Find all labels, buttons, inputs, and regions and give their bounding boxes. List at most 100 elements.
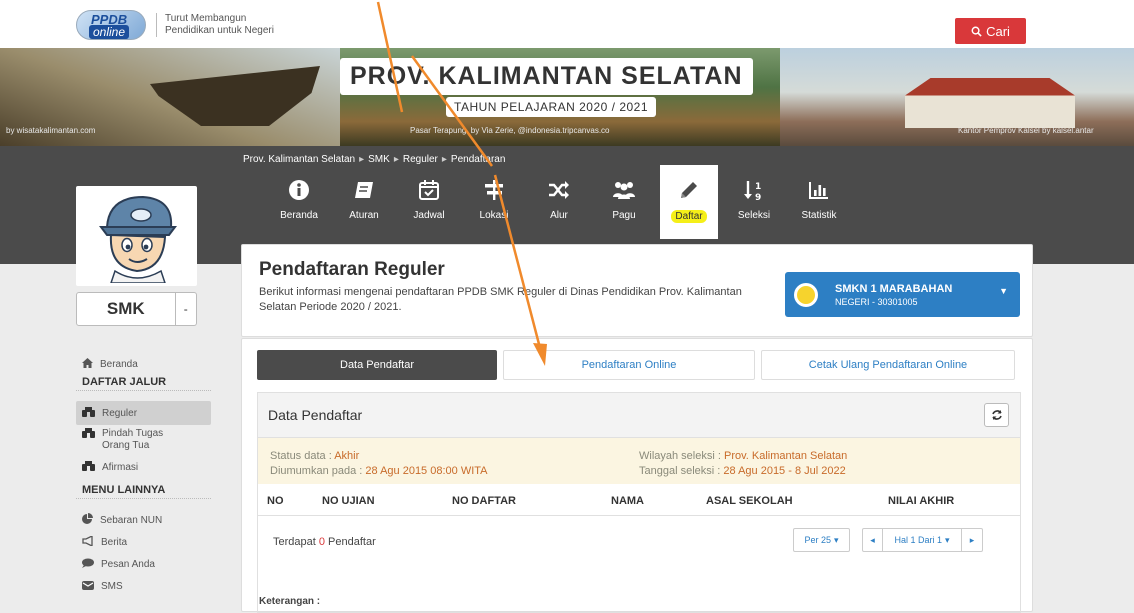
sidebar-item-label: Reguler — [102, 407, 138, 419]
nav-daftar[interactable]: Daftar — [660, 165, 718, 239]
refresh-button[interactable] — [984, 403, 1009, 427]
column-header[interactable]: NO DAFTAR — [452, 495, 516, 507]
chat-bubble-icon — [82, 558, 94, 571]
svg-text:1: 1 — [755, 182, 761, 192]
announced-value: 28 Agu 2015 08:00 WITA — [365, 465, 488, 477]
breadcrumb-item[interactable]: Prov. Kalimantan Selatan — [243, 154, 355, 165]
column-header[interactable]: NAMA — [611, 495, 644, 507]
binoculars-icon — [82, 428, 95, 441]
sidebar-item-label: Afirmasi — [102, 461, 139, 473]
column-header[interactable]: NO — [267, 495, 284, 507]
jenjang-selector[interactable]: SMK - — [76, 292, 197, 326]
caret-down-icon: ▾ — [945, 534, 950, 545]
sidebar-item-pesan-anda[interactable]: Pesan Anda — [76, 553, 211, 575]
nav-label: Statistik — [801, 210, 837, 221]
breadcrumb-item: Pendaftaran — [450, 154, 506, 165]
section-title-daftar-jalur: DAFTAR JALUR — [76, 373, 211, 391]
tab-pendaftaran-online[interactable]: Pendaftaran Online — [503, 350, 755, 380]
refresh-icon — [991, 410, 1002, 420]
status-label: Status data : — [270, 450, 335, 462]
column-header[interactable]: NILAI AKHIR — [888, 495, 954, 507]
count-suffix: Pendaftar — [325, 536, 376, 548]
selection-info: Status data : Akhir Diumumkan pada : 28 … — [258, 438, 1020, 484]
region-value: Prov. Kalimantan Selatan — [723, 450, 848, 462]
section-title-menu-lainnya: MENU LAINNYA — [76, 481, 211, 499]
sidebar-item-sebaran-nun[interactable]: Sebaran NUN — [76, 509, 211, 531]
calendar-icon — [417, 179, 441, 201]
sidebar-item-sms[interactable]: SMS — [76, 575, 211, 597]
tab-data-pendaftar[interactable]: Data Pendaftar — [257, 350, 497, 380]
table-header: NO NO UJIAN NO DAFTAR NAMA ASAL SEKOLAH … — [258, 484, 1020, 516]
prev-page-button[interactable]: ◂ — [862, 528, 883, 552]
panel-title: Data Pendaftar — [268, 407, 363, 423]
search-icon — [971, 26, 982, 37]
pagination: ◂ Hal 1 Dari 1 ▾ ▸ — [862, 528, 983, 552]
breadcrumb-item[interactable]: SMK — [368, 154, 390, 165]
status-value: Akhir — [334, 450, 360, 462]
binoculars-icon — [82, 406, 95, 420]
search-button[interactable]: Cari — [955, 18, 1026, 44]
sidebar-item-pindah-tugas[interactable]: Pindah Tugas Orang Tua — [76, 425, 211, 457]
nav-seleksi[interactable]: 19 Seleksi — [725, 167, 783, 239]
banner-caption-left: by wisatakalimantan.com — [6, 126, 96, 135]
page-select-dropdown[interactable]: Hal 1 Dari 1 ▾ — [883, 528, 962, 552]
book-icon — [352, 179, 376, 201]
sidebar-item-reguler[interactable]: Reguler — [76, 401, 211, 425]
per-page-label: Per 25 — [804, 535, 831, 545]
tab-cetak-ulang[interactable]: Cetak Ulang Pendaftaran Online — [761, 350, 1015, 380]
next-page-button[interactable]: ▸ — [962, 528, 983, 552]
search-button-label: Cari — [986, 23, 1010, 39]
jenjang-dropdown-button[interactable]: - — [175, 292, 197, 326]
jenjang-label[interactable]: SMK — [76, 292, 176, 326]
table-footer: Terdapat 0 Pendaftar Per 25 ▾ ◂ Hal 1 Dar… — [258, 516, 1020, 568]
main-card: Data Pendaftar Pendaftaran Online Cetak … — [241, 338, 1033, 613]
caret-down-icon: ▾ — [834, 534, 839, 545]
tab-bar: Data Pendaftar Pendaftaran Online Cetak … — [257, 350, 1015, 380]
main-nav: Beranda Aturan Jadwal Lokasi Alur Pagu D… — [270, 165, 855, 239]
shuffle-icon — [547, 179, 571, 201]
nav-beranda[interactable]: Beranda — [270, 167, 328, 239]
nav-lokasi[interactable]: Lokasi — [465, 167, 523, 239]
count-prefix: Terdapat — [273, 536, 319, 548]
sidebar-item-label: Sebaran NUN — [100, 514, 163, 526]
breadcrumb: Prov. Kalimantan Selatan ▸ SMK ▸ Reguler ▸ … — [243, 154, 506, 165]
nav-jadwal[interactable]: Jadwal — [400, 167, 458, 239]
nav-pagu[interactable]: Pagu — [595, 167, 653, 239]
column-header[interactable]: NO UJIAN — [322, 495, 375, 507]
users-icon — [612, 179, 636, 201]
sidebar-item-afirmasi[interactable]: Afirmasi — [76, 457, 211, 477]
nav-label: Seleksi — [737, 210, 771, 221]
per-page-dropdown[interactable]: Per 25 ▾ — [793, 528, 850, 552]
sidebar-item-beranda[interactable]: Beranda — [76, 355, 211, 373]
column-header[interactable]: ASAL SEKOLAH — [706, 495, 793, 507]
nav-alur[interactable]: Alur — [530, 167, 588, 239]
sidebar: SMK - Beranda DAFTAR JALUR Reguler Pinda… — [76, 186, 211, 597]
caret-down-icon: ▼ — [999, 286, 1008, 296]
banner-title: PROV. KALIMANTAN SELATAN — [340, 58, 753, 95]
selection-date-value: 28 Agu 2015 - 8 Jul 2022 — [723, 465, 846, 477]
caret-left-icon: ◂ — [870, 534, 875, 545]
info-icon — [287, 179, 311, 201]
nav-label: Lokasi — [479, 210, 509, 221]
nav-statistik[interactable]: Statistik — [790, 167, 848, 239]
signpost-icon — [482, 179, 506, 201]
sidebar-item-berita[interactable]: Berita — [76, 531, 211, 553]
sidebar-item-label: Pesan Anda — [101, 558, 155, 570]
nav-aturan[interactable]: Aturan — [335, 167, 393, 239]
school-selector[interactable]: SMKN 1 MARABAHAN NEGERI - 30301005 ▼ — [785, 272, 1020, 317]
registrant-count: Terdapat 0 Pendaftar — [273, 536, 376, 548]
keterangan-label: Keterangan : — [259, 596, 321, 607]
nav-label: Aturan — [349, 210, 379, 221]
home-icon — [82, 357, 93, 371]
pie-chart-icon — [82, 513, 93, 527]
logo-text-online: online — [89, 25, 130, 39]
minus-icon: - — [183, 302, 188, 316]
sidebar-item-label: Berita — [101, 536, 128, 548]
ppdb-logo[interactable]: PPDB online Turut Membangun Pendidikan u… — [76, 10, 274, 40]
tagline-line-2: Pendidikan untuk Negeri — [165, 25, 274, 36]
building-image — [905, 78, 1075, 128]
breadcrumb-item[interactable]: Reguler — [403, 154, 438, 165]
panel-header: Data Pendaftar — [258, 393, 1020, 438]
mascot-avatar — [76, 186, 197, 286]
school-logo-icon — [794, 282, 818, 307]
